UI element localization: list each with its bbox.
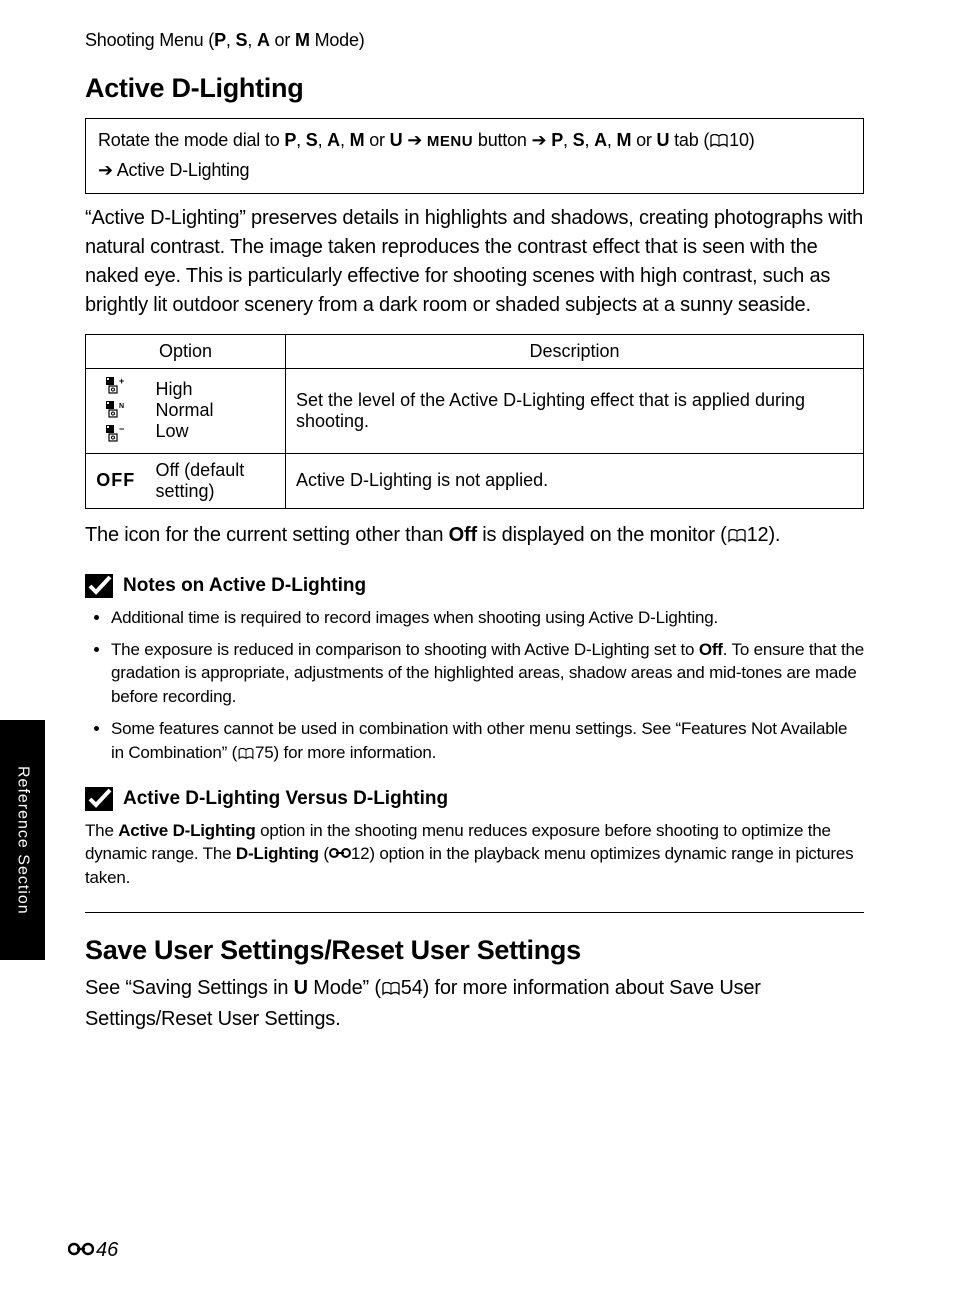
link-icon bbox=[68, 1239, 94, 1262]
book-icon bbox=[728, 523, 746, 552]
svg-text:N: N bbox=[119, 403, 124, 410]
list-item: Additional time is required to record im… bbox=[111, 606, 864, 630]
heading-save-user-settings: Save User Settings/Reset User Settings bbox=[85, 935, 864, 966]
divider bbox=[85, 912, 864, 913]
svg-text:−: − bbox=[119, 424, 124, 434]
link-icon bbox=[329, 842, 351, 866]
th-description: Description bbox=[286, 334, 864, 368]
list-item: The exposure is reduced in comparison to… bbox=[111, 638, 864, 709]
svg-text:+: + bbox=[119, 376, 124, 386]
breadcrumb: Shooting Menu (P, S, A or M Mode) bbox=[85, 30, 864, 51]
adl-high-icon: + bbox=[105, 376, 127, 394]
page-number: 46 bbox=[68, 1239, 118, 1262]
menu-icon: MENU bbox=[427, 133, 473, 150]
book-icon bbox=[710, 129, 728, 157]
list-item: Some features cannot be used in combinat… bbox=[111, 717, 864, 767]
note-check-icon bbox=[85, 787, 113, 811]
note-check-icon bbox=[85, 574, 113, 598]
book-icon bbox=[238, 743, 254, 767]
adl-low-icon: − bbox=[105, 424, 127, 442]
th-option: Option bbox=[86, 334, 286, 368]
heading-active-d-lighting: Active D-Lighting bbox=[85, 73, 864, 104]
off-icon: OFF bbox=[86, 453, 146, 508]
save-settings-paragraph: See “Saving Settings in U Mode” (54) for… bbox=[85, 974, 864, 1034]
note-block-adl: Notes on Active D-Lighting Additional ti… bbox=[85, 574, 864, 767]
table-row: + N − High Normal Low Set the level of t… bbox=[86, 368, 864, 453]
navigation-path-box: Rotate the mode dial to P, S, A, M or U … bbox=[85, 118, 864, 194]
adl-normal-icon: N bbox=[105, 400, 127, 418]
body-paragraph: “Active D-Lighting” preserves details in… bbox=[85, 204, 864, 320]
sidebar-reference-tab: Reference Section bbox=[0, 720, 45, 960]
options-table: Option Description + N − High Normal Low… bbox=[85, 334, 864, 509]
table-row: OFF Off (default setting) Active D-Light… bbox=[86, 453, 864, 508]
book-icon bbox=[382, 976, 400, 1005]
monitor-note: The icon for the current setting other t… bbox=[85, 521, 864, 552]
note-block-versus: Active D-Lighting Versus D-Lighting The … bbox=[85, 787, 864, 890]
